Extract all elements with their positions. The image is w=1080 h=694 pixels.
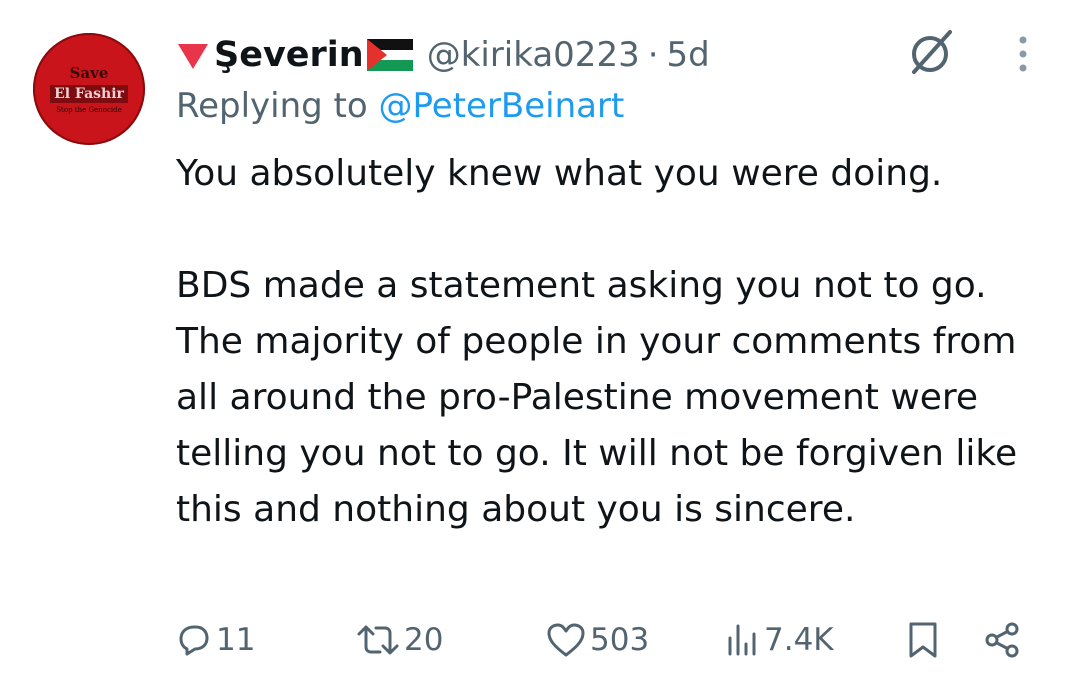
tweet-paragraph: BDS made a statement asking you not to g… — [176, 265, 1018, 530]
views-button[interactable]: 7.4K — [724, 612, 834, 668]
action-bar: 11 20 503 7.4K — [176, 612, 1036, 668]
repost-icon — [357, 625, 399, 655]
heart-icon — [547, 623, 585, 657]
tweet-text: You absolutely knew what you were doing.… — [176, 146, 1056, 538]
repost-button[interactable]: 20 — [356, 612, 443, 668]
avatar[interactable]: Save El Fashir Stop the Genocide — [33, 33, 145, 145]
like-button[interactable]: 503 — [546, 612, 649, 668]
red-triangle-icon — [178, 44, 208, 69]
like-count: 503 — [590, 622, 650, 658]
avatar-text-line2: El Fashir — [50, 84, 128, 103]
tweet-header: Şeverin @kirika0223 · 5d — [176, 30, 710, 80]
reply-button[interactable]: 11 — [176, 612, 255, 668]
reply-icon — [179, 625, 209, 656]
reply-count: 11 — [216, 622, 256, 658]
palestine-flag-icon — [366, 39, 413, 71]
replying-to-link[interactable]: @PeterBeinart — [379, 86, 625, 126]
replying-to-label: Replying to — [176, 86, 368, 126]
replying-to: Replying to @PeterBeinart — [176, 86, 624, 126]
timestamp[interactable]: 5d — [667, 35, 710, 75]
author-name[interactable]: Şeverin — [214, 35, 364, 75]
avatar-text-line1: Save — [69, 63, 109, 82]
tweet-paragraph: You absolutely knew what you were doing. — [176, 153, 943, 194]
share-icon — [985, 622, 1019, 658]
share-button[interactable] — [982, 612, 1022, 668]
avatar-text-line3: Stop the Genocide — [56, 105, 122, 114]
views-count: 7.4K — [764, 622, 834, 658]
author-handle[interactable]: @kirika0223 — [427, 35, 640, 75]
views-chart-icon — [728, 624, 756, 656]
repost-count: 20 — [404, 622, 444, 658]
more-options-icon[interactable] — [1008, 34, 1038, 74]
bookmark-button[interactable] — [906, 612, 940, 668]
separator-dot: · — [647, 35, 659, 75]
grok-icon[interactable] — [904, 26, 956, 78]
bookmark-icon — [909, 622, 937, 658]
